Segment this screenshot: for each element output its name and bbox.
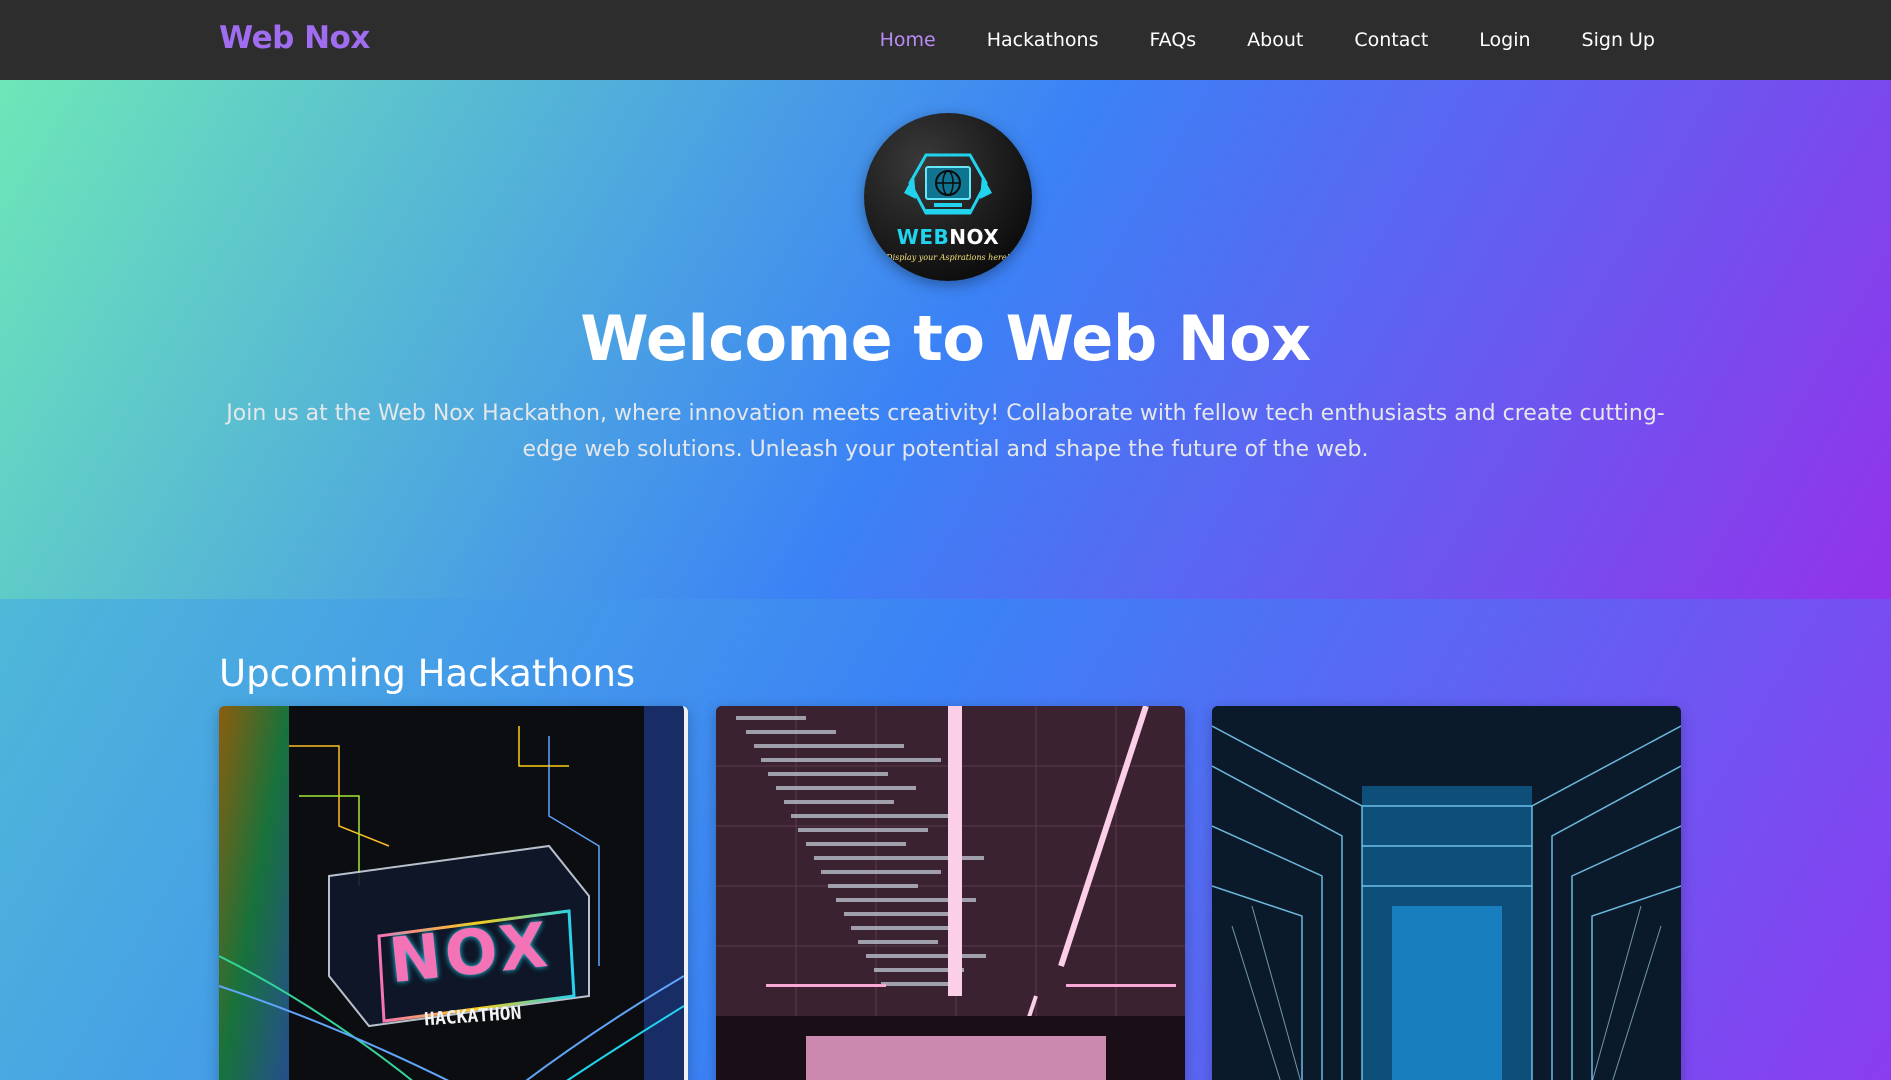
hero-description: Join us at the Web Nox Hackathon, where …: [226, 401, 1665, 462]
hackathon-card-2[interactable]: [716, 706, 1185, 1080]
logo-word-nox: NOX: [949, 225, 1000, 249]
hero-title: Welcome to Web Nox: [580, 302, 1311, 375]
nav-item-home: Home: [880, 29, 936, 51]
nav-item-about: About: [1247, 29, 1303, 51]
logo-word-web: WEB: [896, 225, 950, 249]
nav-item-login: Login: [1479, 29, 1530, 51]
blue-server-hall-image: [1212, 706, 1681, 1080]
logo-tagline: Display your Aspirations here!: [886, 253, 1010, 262]
upcoming-hackathons-section: Upcoming Hackathons NOX HACKATHON: [0, 599, 1891, 1080]
nav-link-login[interactable]: Login: [1479, 29, 1530, 51]
webnox-logo: WEBNOX Display your Aspirations here!: [864, 113, 1032, 281]
navbar: Web Nox Home Hackathons FAQs About Conta…: [0, 0, 1891, 80]
logo-wordmark: WEBNOX: [864, 225, 1032, 249]
section-title: Upcoming Hackathons: [219, 652, 636, 695]
brand-logo-link[interactable]: Web Nox: [219, 20, 370, 56]
neon-code-corridor-image: [716, 706, 1185, 1080]
nav-links: Home Hackathons FAQs About Contact Login…: [880, 0, 1655, 80]
nav-link-about[interactable]: About: [1247, 29, 1303, 51]
nav-link-contact[interactable]: Contact: [1354, 29, 1428, 51]
nav-link-faqs[interactable]: FAQs: [1149, 29, 1196, 51]
nav-item-contact: Contact: [1354, 29, 1428, 51]
nav-link-hackathons[interactable]: Hackathons: [987, 29, 1099, 51]
nav-item-faqs: FAQs: [1149, 29, 1196, 51]
nav-item-signup: Sign Up: [1582, 29, 1655, 51]
nav-link-home[interactable]: Home: [880, 29, 936, 51]
hackathon-card-1[interactable]: NOX HACKATHON: [219, 706, 688, 1080]
nav-link-signup[interactable]: Sign Up: [1582, 29, 1655, 51]
hero-section: WEBNOX Display your Aspirations here! We…: [0, 80, 1891, 599]
hackathon-card-3[interactable]: [1212, 706, 1681, 1080]
nav-item-hackathons: Hackathons: [987, 29, 1099, 51]
